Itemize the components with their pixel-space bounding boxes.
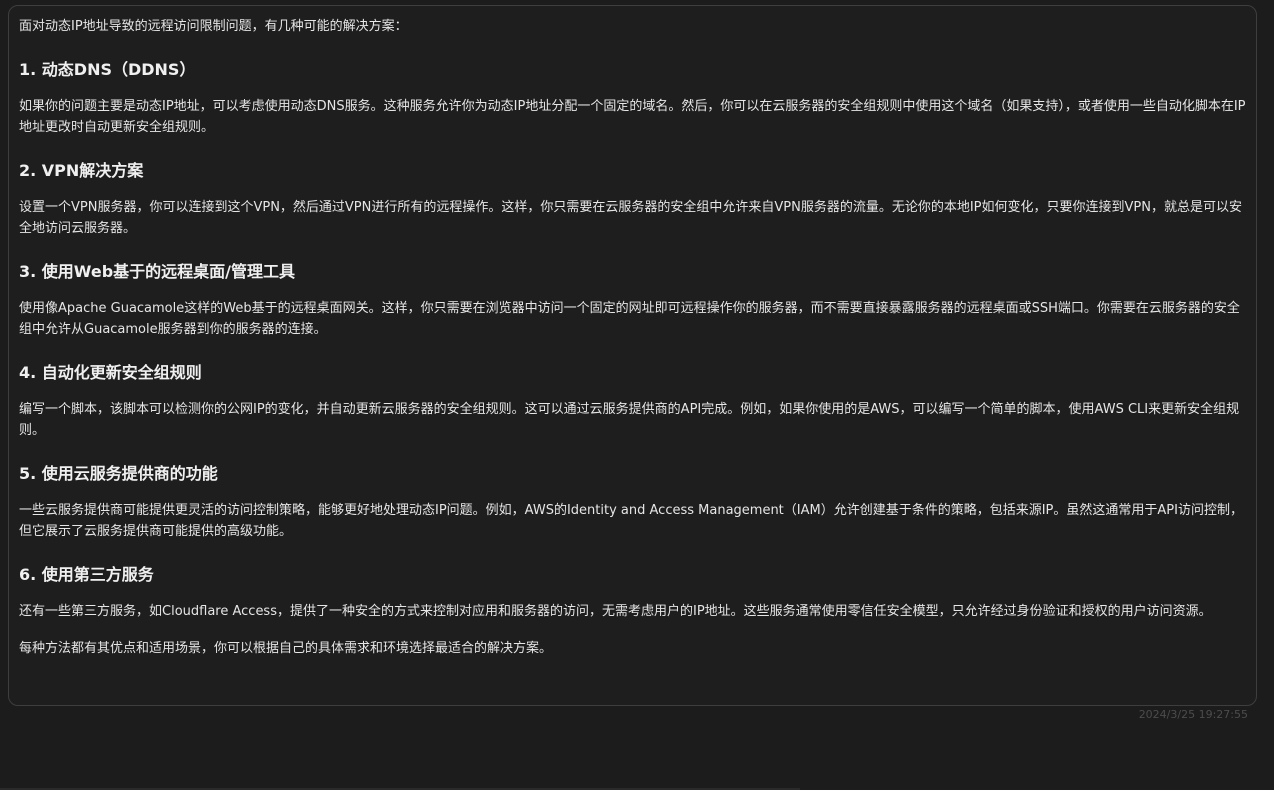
section-body-6: 还有一些第三方服务，如Cloudflare Access，提供了一种安全的方式来…	[19, 604, 1212, 619]
section-body-3: 使用像Apache Guacamole这样的Web基于的远程桌面网关。这样，你只…	[19, 301, 1240, 337]
section-body-1: 如果你的问题主要是动态IP地址，可以考虑使用动态DNS服务。这种服务允许你为动态…	[19, 99, 1246, 135]
section-heading-3: 3. 使用Web基于的远程桌面/管理工具	[19, 262, 296, 281]
assistant-message: 面对动态IP地址导致的远程访问限制问题，有几种可能的解决方案： 1. 动态DNS…	[8, 5, 1257, 706]
section-body-2: 设置一个VPN服务器，你可以连接到这个VPN，然后通过VPN进行所有的远程操作。…	[19, 200, 1242, 236]
section-body-4: 编写一个脚本，该脚本可以检测你的公网IP的变化，并自动更新云服务器的安全组规则。…	[19, 402, 1240, 438]
message-intro: 面对动态IP地址导致的远程访问限制问题，有几种可能的解决方案：	[19, 19, 408, 34]
chat-page: 面对动态IP地址导致的远程访问限制问题，有几种可能的解决方案： 1. 动态DNS…	[0, 0, 1274, 790]
message-closing: 每种方法都有其优点和适用场景，你可以根据自己的具体需求和环境选择最适合的解决方案…	[19, 641, 553, 656]
section-heading-1: 1. 动态DNS（DDNS）	[19, 60, 196, 79]
section-body-5: 一些云服务提供商可能提供更灵活的访问控制策略，能够更好地处理动态IP问题。例如，…	[19, 503, 1243, 539]
section-heading-4: 4. 自动化更新安全组规则	[19, 363, 202, 382]
section-heading-5: 5. 使用云服务提供商的功能	[19, 464, 218, 483]
message-timestamp: 2024/3/25 19:27:55	[1138, 708, 1248, 721]
section-heading-2: 2. VPN解决方案	[19, 161, 144, 180]
section-heading-6: 6. 使用第三方服务	[19, 565, 154, 584]
